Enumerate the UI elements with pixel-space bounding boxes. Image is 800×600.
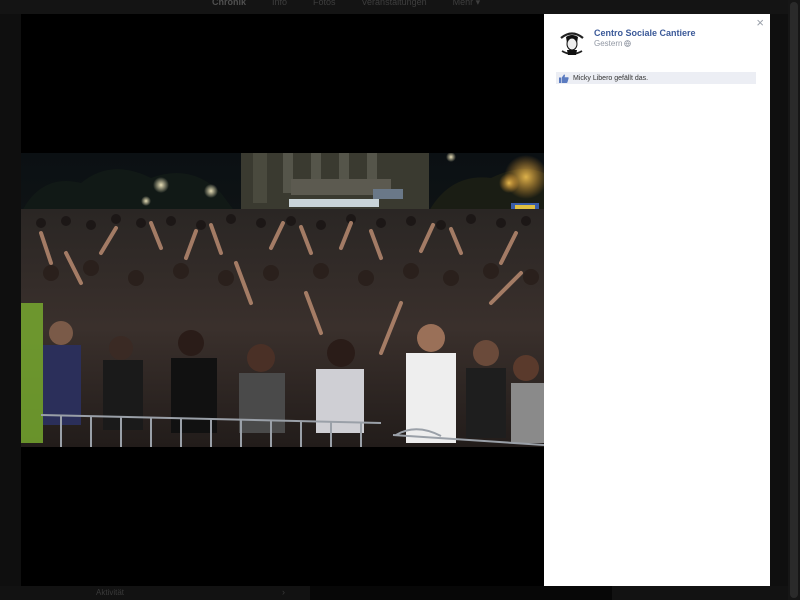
- background-page-footer: Aktivität ›: [0, 586, 800, 600]
- page-name-link[interactable]: Centro Sociale Cantiere: [594, 28, 696, 38]
- page-avatar[interactable]: [556, 27, 588, 59]
- page-scrollbar[interactable]: [788, 0, 800, 600]
- background-bar: [310, 586, 612, 600]
- thumbs-up-icon: [559, 73, 569, 83]
- tab-veranstaltungen[interactable]: Veranstaltungen: [362, 0, 427, 8]
- post-meta: Gestern: [594, 39, 632, 48]
- scrollbar-thumb[interactable]: [790, 2, 798, 598]
- tab-info[interactable]: Info: [272, 0, 287, 8]
- close-icon[interactable]: ×: [756, 16, 764, 30]
- concert-crowd-photo[interactable]: [21, 153, 544, 447]
- post-timestamp[interactable]: Gestern: [594, 39, 622, 48]
- tab-fotos[interactable]: Fotos: [313, 0, 336, 8]
- likes-summary: Micky Libero gefällt das.: [556, 72, 756, 84]
- photo-stage[interactable]: [21, 14, 544, 586]
- likes-text[interactable]: Micky Libero gefällt das.: [573, 75, 648, 82]
- tab-chronik[interactable]: Chronik: [212, 0, 246, 8]
- tab-mehr[interactable]: Mehr ▾: [453, 0, 481, 8]
- background-page-header: Chronik Info Fotos Veranstaltungen Mehr …: [0, 0, 800, 14]
- globe-icon[interactable]: [624, 40, 632, 47]
- photo-side-panel: × Centro Sociale Cantiere Gestern Micky …: [544, 14, 770, 586]
- chevron-right-icon: ›: [282, 587, 285, 597]
- activity-label: Aktivität: [96, 588, 125, 597]
- background-tabs: Chronik Info Fotos Veranstaltungen Mehr …: [212, 0, 480, 8]
